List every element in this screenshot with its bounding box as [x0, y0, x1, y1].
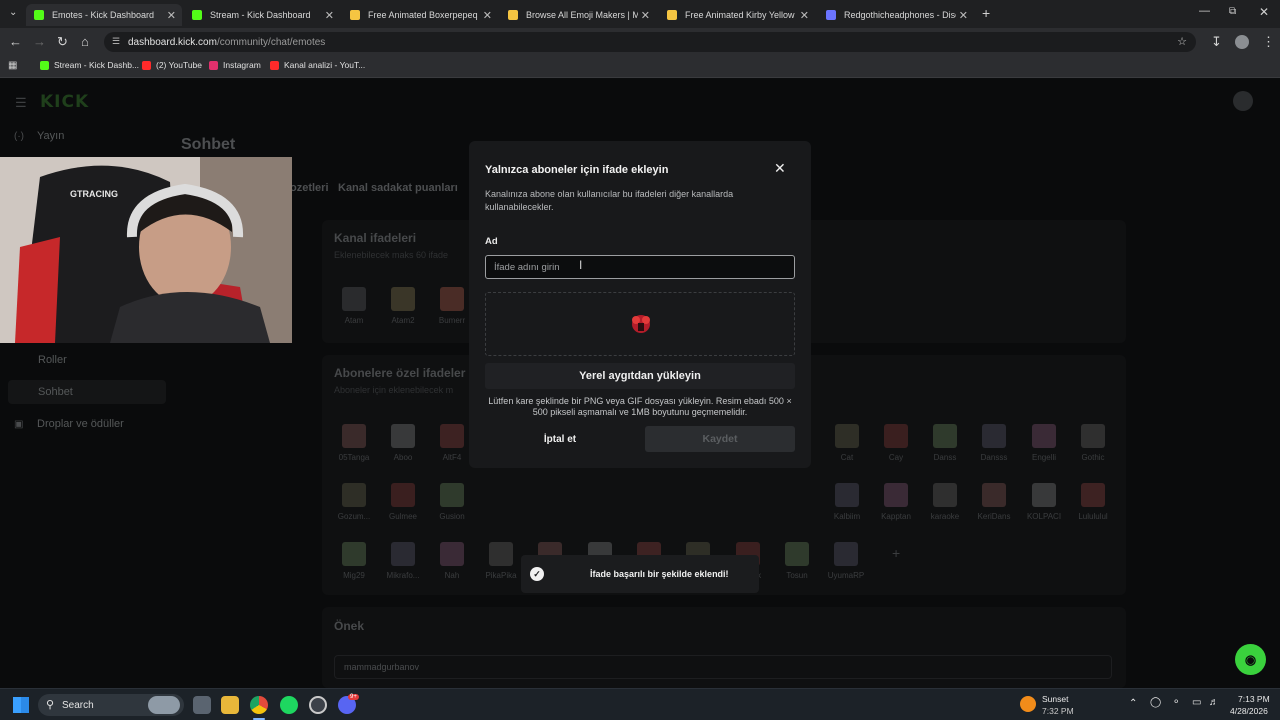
- reload-icon[interactable]: ↻: [57, 34, 68, 50]
- tray-chevron-icon[interactable]: ⌃: [1129, 698, 1137, 709]
- file-explorer-icon[interactable]: [221, 696, 239, 714]
- new-tab-button[interactable]: +: [982, 5, 990, 21]
- browser-tab[interactable]: Free Animated Boxerpepeq Em✕: [342, 4, 498, 26]
- obs-icon[interactable]: [309, 696, 327, 714]
- tab-title: Browse All Emoji Makers | Make: [526, 10, 638, 20]
- bookmark-item[interactable]: Stream - Kick Dashb...: [40, 60, 139, 70]
- tab-close-icon[interactable]: ✕: [800, 9, 809, 22]
- success-toast: ✓ İfade başarılı bir şekilde eklendi!: [521, 555, 759, 593]
- browser-tab[interactable]: Browse All Emoji Makers | Make✕: [500, 4, 656, 26]
- url-host: dashboard.kick.com: [128, 36, 217, 48]
- close-window-button[interactable]: ✕: [1259, 5, 1269, 19]
- tab-title: Redgothicheadphones - Disco: [844, 10, 956, 20]
- browser-tab[interactable]: Emotes - Kick Dashboard ✕: [26, 4, 182, 26]
- search-highlight-image: [148, 696, 180, 714]
- address-bar-row: ← → ↻ ⌂ ☰ dashboard.kick.com/community/c…: [0, 28, 1280, 56]
- tab-title: Free Animated Kirby Yellow Em: [685, 10, 797, 20]
- tab-title: Free Animated Boxerpepeq Em: [368, 10, 480, 20]
- chrome-icon[interactable]: [250, 696, 268, 714]
- task-view-icon[interactable]: [193, 696, 211, 714]
- bookmark-item[interactable]: (2) YouTube: [142, 60, 202, 70]
- display-icon[interactable]: ▭: [1192, 697, 1201, 708]
- toast-message: İfade başarılı bir şekilde eklendi!: [590, 569, 729, 579]
- bookmarks-bar: ▦ Stream - Kick Dashb... (2) YouTube Insta…: [0, 56, 1280, 78]
- clock-time[interactable]: 7:13 PM: [1238, 694, 1270, 704]
- bookmark-item[interactable]: Kanal analizi - YouT...: [270, 60, 365, 70]
- tab-close-icon[interactable]: ✕: [641, 9, 650, 22]
- bookmark-star-icon[interactable]: ☆: [1177, 35, 1187, 48]
- url-input[interactable]: ☰ dashboard.kick.com/community/chat/emot…: [104, 32, 1196, 52]
- emote-name-input[interactable]: [485, 255, 795, 279]
- clock-date[interactable]: 4/28/2026: [1230, 706, 1268, 716]
- tab-title: Emotes - Kick Dashboard: [52, 10, 155, 20]
- emote-upload-dropzone[interactable]: [485, 292, 795, 356]
- tray-app-icon[interactable]: ◯: [1150, 697, 1161, 708]
- weather-label: Sunset: [1042, 694, 1069, 704]
- upload-hint-text: Lütfen kare şeklinde bir PNG veya GIF do…: [488, 396, 792, 417]
- emote-preview-image: [632, 315, 650, 333]
- tab-favicon-icon: [667, 10, 677, 20]
- browser-tab[interactable]: Redgothicheadphones - Disco ✕: [818, 4, 974, 26]
- bookmark-item[interactable]: Instagram: [209, 60, 261, 70]
- tab-favicon-icon: [192, 10, 202, 20]
- bookmark-label: Instagram: [223, 60, 261, 70]
- tab-close-icon[interactable]: ✕: [483, 9, 492, 22]
- browser-tab-strip: ⌄ Emotes - Kick Dashboard ✕ Stream - Kick …: [0, 0, 1280, 28]
- url-path: /community/chat/emotes: [216, 36, 326, 48]
- spotify-icon[interactable]: [280, 696, 298, 714]
- tab-close-icon[interactable]: ✕: [959, 9, 968, 22]
- tab-title: Stream - Kick Dashboard: [210, 10, 311, 20]
- text-cursor-icon: I: [579, 258, 583, 272]
- browser-menu-icon[interactable]: ⋮: [1262, 34, 1275, 50]
- browser-tab[interactable]: Free Animated Kirby Yellow Em✕: [659, 4, 815, 26]
- taskbar-search-input[interactable]: ⚲ Search: [38, 694, 184, 716]
- weather-icon[interactable]: [1020, 696, 1036, 712]
- cancel-button[interactable]: İptal et: [485, 426, 635, 452]
- microphone-icon[interactable]: ⚬: [1172, 697, 1180, 708]
- upload-local-button[interactable]: Yerel aygıtdan yükleyin: [485, 363, 795, 389]
- browser-tab[interactable]: Stream - Kick Dashboard ✕: [184, 4, 340, 26]
- downloads-icon[interactable]: ↧: [1211, 34, 1222, 50]
- discord-badge: 9+: [348, 694, 359, 700]
- close-icon[interactable]: ✕: [774, 160, 786, 177]
- bookmark-label: (2) YouTube: [156, 60, 202, 70]
- restore-window-button[interactable]: ⧉: [1229, 6, 1236, 17]
- volume-icon[interactable]: ♬: [1209, 697, 1219, 708]
- bookmark-favicon-icon: [270, 60, 279, 70]
- windows-taskbar: ⚲ Search 9+ Sunset 7:32 PM ⌃ ◯ ⚬ ▭ ♬ 7:1…: [0, 688, 1280, 720]
- bookmark-favicon-icon: [209, 60, 218, 70]
- tab-favicon-icon: [508, 10, 518, 20]
- minimize-window-button[interactable]: —: [1199, 5, 1210, 17]
- bookmark-favicon-icon: [40, 60, 49, 70]
- bookmark-label: Kanal analizi - YouT...: [284, 60, 366, 70]
- tab-favicon-icon: [350, 10, 360, 20]
- modal-description: Kanalınıza abone olan kullanıcılar bu if…: [485, 189, 734, 212]
- back-arrow-icon[interactable]: ←: [9, 34, 22, 49]
- profile-avatar[interactable]: [1235, 35, 1249, 49]
- search-icon: ⚲: [46, 699, 55, 711]
- home-icon[interactable]: ⌂: [81, 34, 89, 49]
- check-circle-icon: ✓: [530, 567, 544, 581]
- search-label: Search: [62, 699, 94, 711]
- tab-favicon-icon: [826, 10, 836, 20]
- bookmark-label: Stream - Kick Dashb...: [54, 60, 140, 70]
- apps-grid-icon[interactable]: ▦: [8, 60, 17, 71]
- bookmark-favicon-icon: [142, 60, 151, 70]
- windows-start-icon[interactable]: [13, 697, 29, 713]
- tab-favicon-icon: [34, 10, 44, 20]
- modal-title: Yalnızca aboneler için ifade ekleyin: [485, 164, 669, 176]
- emote-name-label: Ad: [485, 236, 498, 247]
- add-sub-emote-modal: Yalnızca aboneler için ifade ekleyin ✕ K…: [469, 141, 811, 468]
- tab-close-icon[interactable]: ✕: [167, 9, 176, 22]
- site-info-icon[interactable]: ☰: [112, 36, 120, 47]
- tab-list-chevron-icon[interactable]: ⌄: [9, 7, 17, 18]
- tab-close-icon[interactable]: ✕: [325, 9, 334, 22]
- forward-arrow-icon[interactable]: →: [33, 34, 46, 49]
- weather-time: 7:32 PM: [1042, 706, 1074, 716]
- save-button[interactable]: Kaydet: [645, 426, 795, 452]
